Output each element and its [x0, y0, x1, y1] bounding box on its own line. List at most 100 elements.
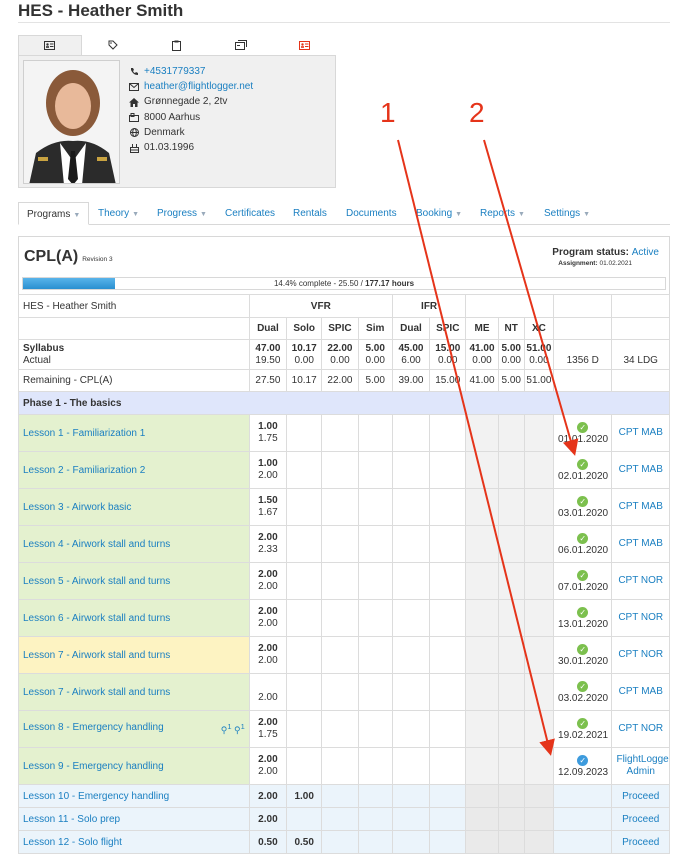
- lesson-row[interactable]: Lesson 5 - Airwork stall and turns 2.00 2.…: [18, 562, 670, 600]
- proceed-cell[interactable]: Proceed: [611, 784, 670, 808]
- lesson-date-cell: ✓ 30.01.2020: [553, 636, 613, 674]
- phone-link[interactable]: +4531779337: [144, 64, 205, 79]
- proceed-cell[interactable]: Proceed: [611, 807, 670, 831]
- lesson-link[interactable]: Lesson 1 - Familiarization 1: [23, 428, 145, 439]
- lesson-link[interactable]: Lesson 7 - Airwork stall and turns: [23, 687, 170, 698]
- lesson-link[interactable]: Lesson 2 - Familiarization 2: [23, 465, 145, 476]
- lesson-link[interactable]: Lesson 7 - Airwork stall and turns: [23, 650, 170, 661]
- lesson-link[interactable]: Lesson 5 - Airwork stall and turns: [23, 576, 170, 587]
- remaining-cell: 5.00: [357, 369, 393, 392]
- profile-tab-clipboard[interactable]: [145, 35, 209, 55]
- pending-lesson-row[interactable]: Lesson 12 - Solo flight 0.50 0.50 Proceed: [18, 830, 670, 854]
- lesson-row[interactable]: Lesson 8 - Emergency handling ⚲1 ⚲1 2.00 1.…: [18, 710, 670, 748]
- empty-hours-cell: [429, 673, 467, 711]
- lesson-name-cell[interactable]: Lesson 7 - Airwork stall and turns: [18, 673, 250, 711]
- lesson-row[interactable]: Lesson 3 - Airwork basic 1.50 1.67 ✓ 03.01.2…: [18, 488, 670, 526]
- nav-tab-booking[interactable]: Booking ▼: [416, 202, 462, 225]
- lesson-date-cell: ✓ 12.09.2023: [553, 747, 613, 785]
- empty-hours-cell: [321, 747, 359, 785]
- instructor-cell[interactable]: CPT MAB: [611, 414, 670, 452]
- lesson-name-cell[interactable]: Lesson 7 - Airwork stall and turns: [18, 636, 250, 674]
- ifr-group-header: IFR: [391, 294, 467, 318]
- lesson-link[interactable]: Lesson 10 - Emergency handling: [23, 791, 169, 802]
- profile-tab-tags[interactable]: [82, 35, 146, 55]
- instructor-link[interactable]: CPT MAB: [619, 427, 663, 438]
- nav-tab-rentals[interactable]: Rentals: [293, 202, 327, 225]
- empty-hours-cell: [429, 562, 467, 600]
- instructor-link[interactable]: CPT NOR: [618, 723, 663, 734]
- lesson-name-cell[interactable]: Lesson 6 - Airwork stall and turns: [18, 599, 250, 637]
- instructor-cell[interactable]: CPT NOR: [611, 710, 670, 748]
- empty-hours-cell: [497, 710, 525, 748]
- instructor-link[interactable]: CPT MAB: [619, 686, 663, 697]
- lesson-link[interactable]: Lesson 9 - Emergency handling: [23, 761, 164, 772]
- instructor-link[interactable]: CPT NOR: [618, 649, 663, 660]
- proceed-cell[interactable]: Proceed: [611, 830, 670, 854]
- instructor-cell[interactable]: CPT NOR: [611, 636, 670, 674]
- lesson-name-cell[interactable]: Lesson 2 - Familiarization 2: [18, 451, 250, 489]
- instructor-cell[interactable]: CPT MAB: [611, 525, 670, 563]
- proceed-link[interactable]: Proceed: [622, 814, 659, 825]
- lesson-name-cell[interactable]: Lesson 4 - Airwork stall and turns: [18, 525, 250, 563]
- instructor-cell[interactable]: CPT NOR: [611, 599, 670, 637]
- lesson-row[interactable]: Lesson 7 - Airwork stall and turns 2.00 2.…: [18, 636, 670, 674]
- instructor-link[interactable]: CPT NOR: [618, 612, 663, 623]
- program-status-link[interactable]: Active: [632, 247, 659, 258]
- phase-row[interactable]: Phase 1 - The basics: [18, 391, 670, 415]
- lesson-name-cell[interactable]: Lesson 5 - Airwork stall and turns: [18, 562, 250, 600]
- lesson-row[interactable]: Lesson 2 - Familiarization 2 1.00 2.00 ✓ 02.…: [18, 451, 670, 489]
- nav-tab-certificates[interactable]: Certificates: [225, 202, 275, 225]
- email-link[interactable]: heather@flightlogger.net: [144, 79, 253, 94]
- instructor-cell[interactable]: CPT MAB: [611, 451, 670, 489]
- nav-tab-progress[interactable]: Progress ▼: [157, 202, 207, 225]
- lesson-row[interactable]: Lesson 4 - Airwork stall and turns 2.00 2.…: [18, 525, 670, 563]
- pending-lesson-row[interactable]: Lesson 10 - Emergency handling 2.00 1.00 Pr…: [18, 784, 670, 808]
- pending-lesson-name-cell[interactable]: Lesson 10 - Emergency handling: [18, 784, 250, 808]
- pending-lesson-row[interactable]: Lesson 11 - Solo prep 2.00 Proceed: [18, 807, 670, 831]
- lesson-row[interactable]: Lesson 9 - Emergency handling 2.00 2.00 ✓ 12…: [18, 747, 670, 785]
- check-circle-icon: ✓: [577, 569, 589, 581]
- phase-title[interactable]: Phase 1 - The basics: [18, 391, 670, 415]
- contact-country-row: Denmark: [127, 125, 253, 140]
- nav-tab-theory[interactable]: Theory ▼: [98, 202, 139, 225]
- lesson-row[interactable]: Lesson 6 - Airwork stall and turns 2.00 2.…: [18, 599, 670, 637]
- profile-tab-contact[interactable]: [18, 35, 82, 55]
- empty-hours-cell: [391, 414, 431, 452]
- instructor-link[interactable]: CPT MAB: [619, 501, 663, 512]
- instructor-link[interactable]: CPT NOR: [618, 575, 663, 586]
- lesson-link[interactable]: Lesson 4 - Airwork stall and turns: [23, 539, 170, 550]
- instructor-cell[interactable]: FlightLogger Admin: [611, 747, 670, 785]
- page-title: HES - Heather Smith: [18, 1, 184, 20]
- lesson-name-cell[interactable]: Lesson 9 - Emergency handling: [18, 747, 250, 785]
- lesson-attachments[interactable]: ⚲1 ⚲1: [221, 722, 245, 736]
- check-circle-icon: ✓: [577, 495, 589, 507]
- empty-hours-cell: [357, 710, 393, 748]
- lesson-link[interactable]: Lesson 11 - Solo prep: [23, 814, 120, 825]
- instructor-link[interactable]: FlightLogger Admin: [616, 754, 668, 777]
- lesson-name-cell[interactable]: Lesson 8 - Emergency handling ⚲1 ⚲1: [18, 710, 250, 748]
- nav-tab-documents[interactable]: Documents: [346, 202, 397, 225]
- lesson-row[interactable]: Lesson 7 - Airwork stall and turns 2.00 ✓ 0…: [18, 673, 670, 711]
- instructor-cell[interactable]: CPT NOR: [611, 562, 670, 600]
- instructor-cell[interactable]: CPT MAB: [611, 488, 670, 526]
- lesson-name-cell[interactable]: Lesson 3 - Airwork basic: [18, 488, 250, 526]
- empty-hours-cell: [286, 488, 323, 526]
- lesson-link[interactable]: Lesson 6 - Airwork stall and turns: [23, 613, 170, 624]
- proceed-link[interactable]: Proceed: [622, 837, 659, 848]
- nav-tab-reports[interactable]: Reports ▼: [480, 202, 525, 225]
- pending-lesson-name-cell[interactable]: Lesson 11 - Solo prep: [18, 807, 250, 831]
- nav-tab-programs[interactable]: Programs ▼: [18, 202, 90, 225]
- profile-tab-alert-card[interactable]: [272, 35, 336, 55]
- lesson-link[interactable]: Lesson 3 - Airwork basic: [23, 502, 131, 513]
- lesson-link[interactable]: Lesson 12 - Solo flight: [23, 837, 122, 848]
- lesson-name-cell[interactable]: Lesson 1 - Familiarization 1: [18, 414, 250, 452]
- profile-tab-license[interactable]: [209, 35, 273, 55]
- lesson-link[interactable]: Lesson 8 - Emergency handling: [23, 722, 164, 733]
- nav-tab-settings[interactable]: Settings ▼: [544, 202, 590, 225]
- instructor-cell[interactable]: CPT MAB: [611, 673, 670, 711]
- pending-lesson-name-cell[interactable]: Lesson 12 - Solo flight: [18, 830, 250, 854]
- proceed-link[interactable]: Proceed: [622, 791, 659, 802]
- instructor-link[interactable]: CPT MAB: [619, 464, 663, 475]
- lesson-row[interactable]: Lesson 1 - Familiarization 1 1.00 1.75 ✓ 01.…: [18, 414, 670, 452]
- instructor-link[interactable]: CPT MAB: [619, 538, 663, 549]
